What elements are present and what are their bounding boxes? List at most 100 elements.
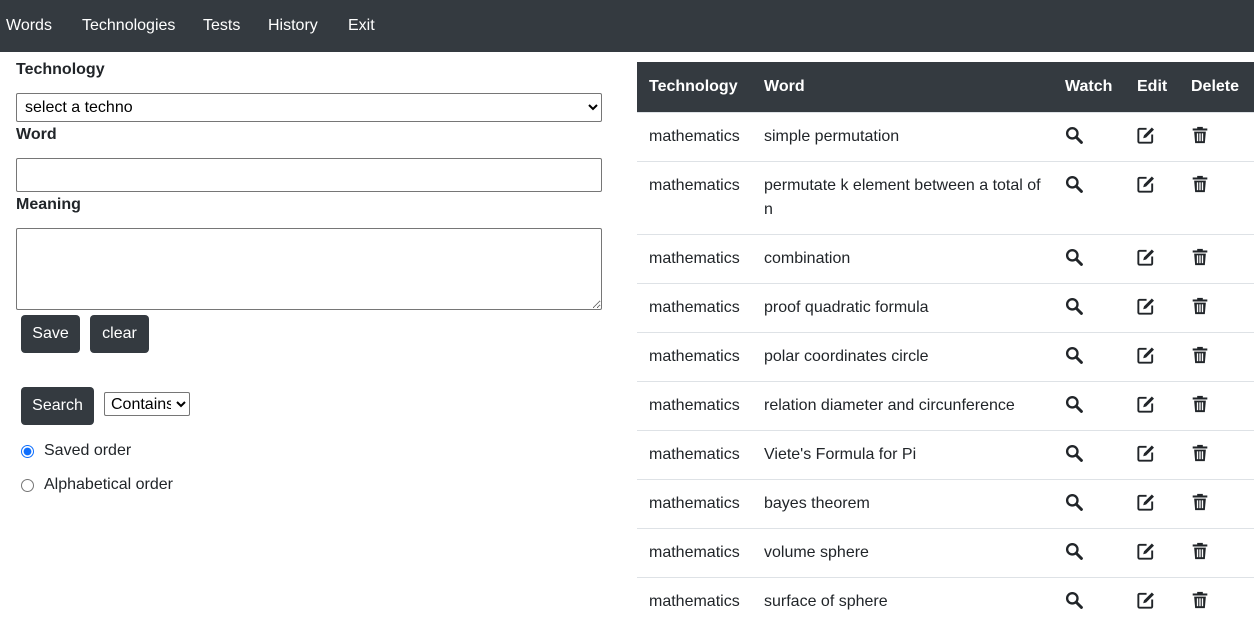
saved-order-label: Saved order	[44, 442, 132, 459]
saved-order-radio[interactable]	[21, 444, 34, 458]
cell-technology: mathematics	[637, 282, 752, 332]
search-icon[interactable]	[1065, 493, 1083, 511]
search-icon[interactable]	[1065, 126, 1083, 144]
edit-icon[interactable]	[1137, 297, 1155, 315]
nav-item-history[interactable]: History	[268, 0, 318, 52]
table-row: mathematics surface of sphere	[637, 576, 1254, 626]
search-button[interactable]: Search	[21, 387, 94, 425]
cell-edit	[1125, 576, 1179, 626]
cell-delete	[1179, 233, 1254, 283]
trash-icon[interactable]	[1191, 591, 1209, 609]
edit-icon[interactable]	[1137, 444, 1155, 462]
cell-edit	[1125, 429, 1179, 479]
edit-icon[interactable]	[1137, 591, 1155, 609]
cell-delete	[1179, 282, 1254, 332]
cell-technology: mathematics	[637, 576, 752, 626]
header-technology: Technology	[649, 77, 738, 95]
cell-watch	[1053, 527, 1125, 577]
trash-icon[interactable]	[1191, 248, 1209, 266]
cell-edit	[1125, 478, 1179, 528]
trash-icon[interactable]	[1191, 297, 1209, 315]
nav-item-tests[interactable]: Tests	[203, 0, 240, 52]
cell-delete	[1179, 331, 1254, 381]
cell-technology: mathematics	[637, 160, 752, 234]
cell-word: proof quadratic formula	[752, 282, 1053, 332]
nav-item-technologies[interactable]: Technologies	[82, 0, 175, 52]
table-row: mathematics combination	[637, 233, 1254, 283]
cell-delete	[1179, 160, 1254, 234]
top-navbar: Words Technologies Tests History Exit	[0, 0, 1254, 52]
edit-icon[interactable]	[1137, 493, 1155, 511]
trash-icon[interactable]	[1191, 175, 1209, 193]
search-icon[interactable]	[1065, 346, 1083, 364]
table-body: mathematics simple permutation mathemati…	[637, 111, 1254, 626]
trash-icon[interactable]	[1191, 493, 1209, 511]
table-row: mathematics polar coordinates circle	[637, 331, 1254, 381]
meaning-textarea[interactable]	[16, 228, 602, 310]
cell-delete	[1179, 429, 1254, 479]
trash-icon[interactable]	[1191, 346, 1209, 364]
cell-edit	[1125, 282, 1179, 332]
cell-edit	[1125, 111, 1179, 161]
search-icon[interactable]	[1065, 175, 1083, 193]
cell-watch	[1053, 282, 1125, 332]
header-delete: Delete	[1191, 77, 1240, 95]
trash-icon[interactable]	[1191, 126, 1209, 144]
search-mode-select[interactable]: Contains	[104, 392, 190, 416]
cell-technology: mathematics	[637, 429, 752, 479]
cell-word: surface of sphere	[752, 576, 1053, 626]
search-icon[interactable]	[1065, 297, 1083, 315]
cell-word: volume sphere	[752, 527, 1053, 577]
edit-icon[interactable]	[1137, 542, 1155, 560]
cell-word: Viete's Formula for Pi	[752, 429, 1053, 479]
cell-word: bayes theorem	[752, 478, 1053, 528]
cell-delete	[1179, 111, 1254, 161]
table-row: mathematics Viete's Formula for Pi	[637, 429, 1254, 479]
trash-icon[interactable]	[1191, 444, 1209, 462]
saved-order-radio-row[interactable]: Saved order	[20, 441, 131, 461]
header-word: Word	[764, 77, 805, 95]
search-icon[interactable]	[1065, 542, 1083, 560]
search-icon[interactable]	[1065, 395, 1083, 413]
alphabetical-order-label: Alphabetical order	[44, 476, 173, 493]
edit-icon[interactable]	[1137, 175, 1155, 193]
words-table: Technology Word Watch Edit Delete mathem…	[637, 62, 1254, 626]
clear-button[interactable]: clear	[90, 315, 149, 353]
search-icon[interactable]	[1065, 248, 1083, 266]
cell-watch	[1053, 380, 1125, 430]
word-label: Word	[16, 126, 57, 143]
save-button[interactable]: Save	[21, 315, 80, 353]
nav-item-exit[interactable]: Exit	[348, 0, 375, 52]
trash-icon[interactable]	[1191, 542, 1209, 560]
search-icon[interactable]	[1065, 591, 1083, 609]
trash-icon[interactable]	[1191, 395, 1209, 413]
table-row: mathematics proof quadratic formula	[637, 282, 1254, 332]
alphabetical-order-radio[interactable]	[21, 478, 34, 492]
technology-select[interactable]: select a techno	[16, 93, 602, 122]
cell-technology: mathematics	[637, 111, 752, 161]
cell-technology: mathematics	[637, 331, 752, 381]
cell-watch	[1053, 111, 1125, 161]
cell-watch	[1053, 576, 1125, 626]
edit-icon[interactable]	[1137, 346, 1155, 364]
cell-watch	[1053, 478, 1125, 528]
edit-icon[interactable]	[1137, 395, 1155, 413]
cell-delete	[1179, 478, 1254, 528]
alphabetical-order-radio-row[interactable]: Alphabetical order	[20, 475, 173, 495]
cell-edit	[1125, 160, 1179, 234]
cell-watch	[1053, 160, 1125, 234]
nav-item-words[interactable]: Words	[6, 0, 52, 52]
cell-technology: mathematics	[637, 233, 752, 283]
cell-delete	[1179, 380, 1254, 430]
cell-word: combination	[752, 233, 1053, 283]
table-header-row: Technology Word Watch Edit Delete	[637, 62, 1254, 112]
search-icon[interactable]	[1065, 444, 1083, 462]
cell-technology: mathematics	[637, 380, 752, 430]
edit-icon[interactable]	[1137, 248, 1155, 266]
cell-word: permutate k element between a total of n	[752, 160, 1053, 234]
word-input[interactable]	[16, 158, 602, 192]
cell-delete	[1179, 576, 1254, 626]
cell-word: polar coordinates circle	[752, 331, 1053, 381]
edit-icon[interactable]	[1137, 126, 1155, 144]
table-row: mathematics relation diameter and circun…	[637, 380, 1254, 430]
